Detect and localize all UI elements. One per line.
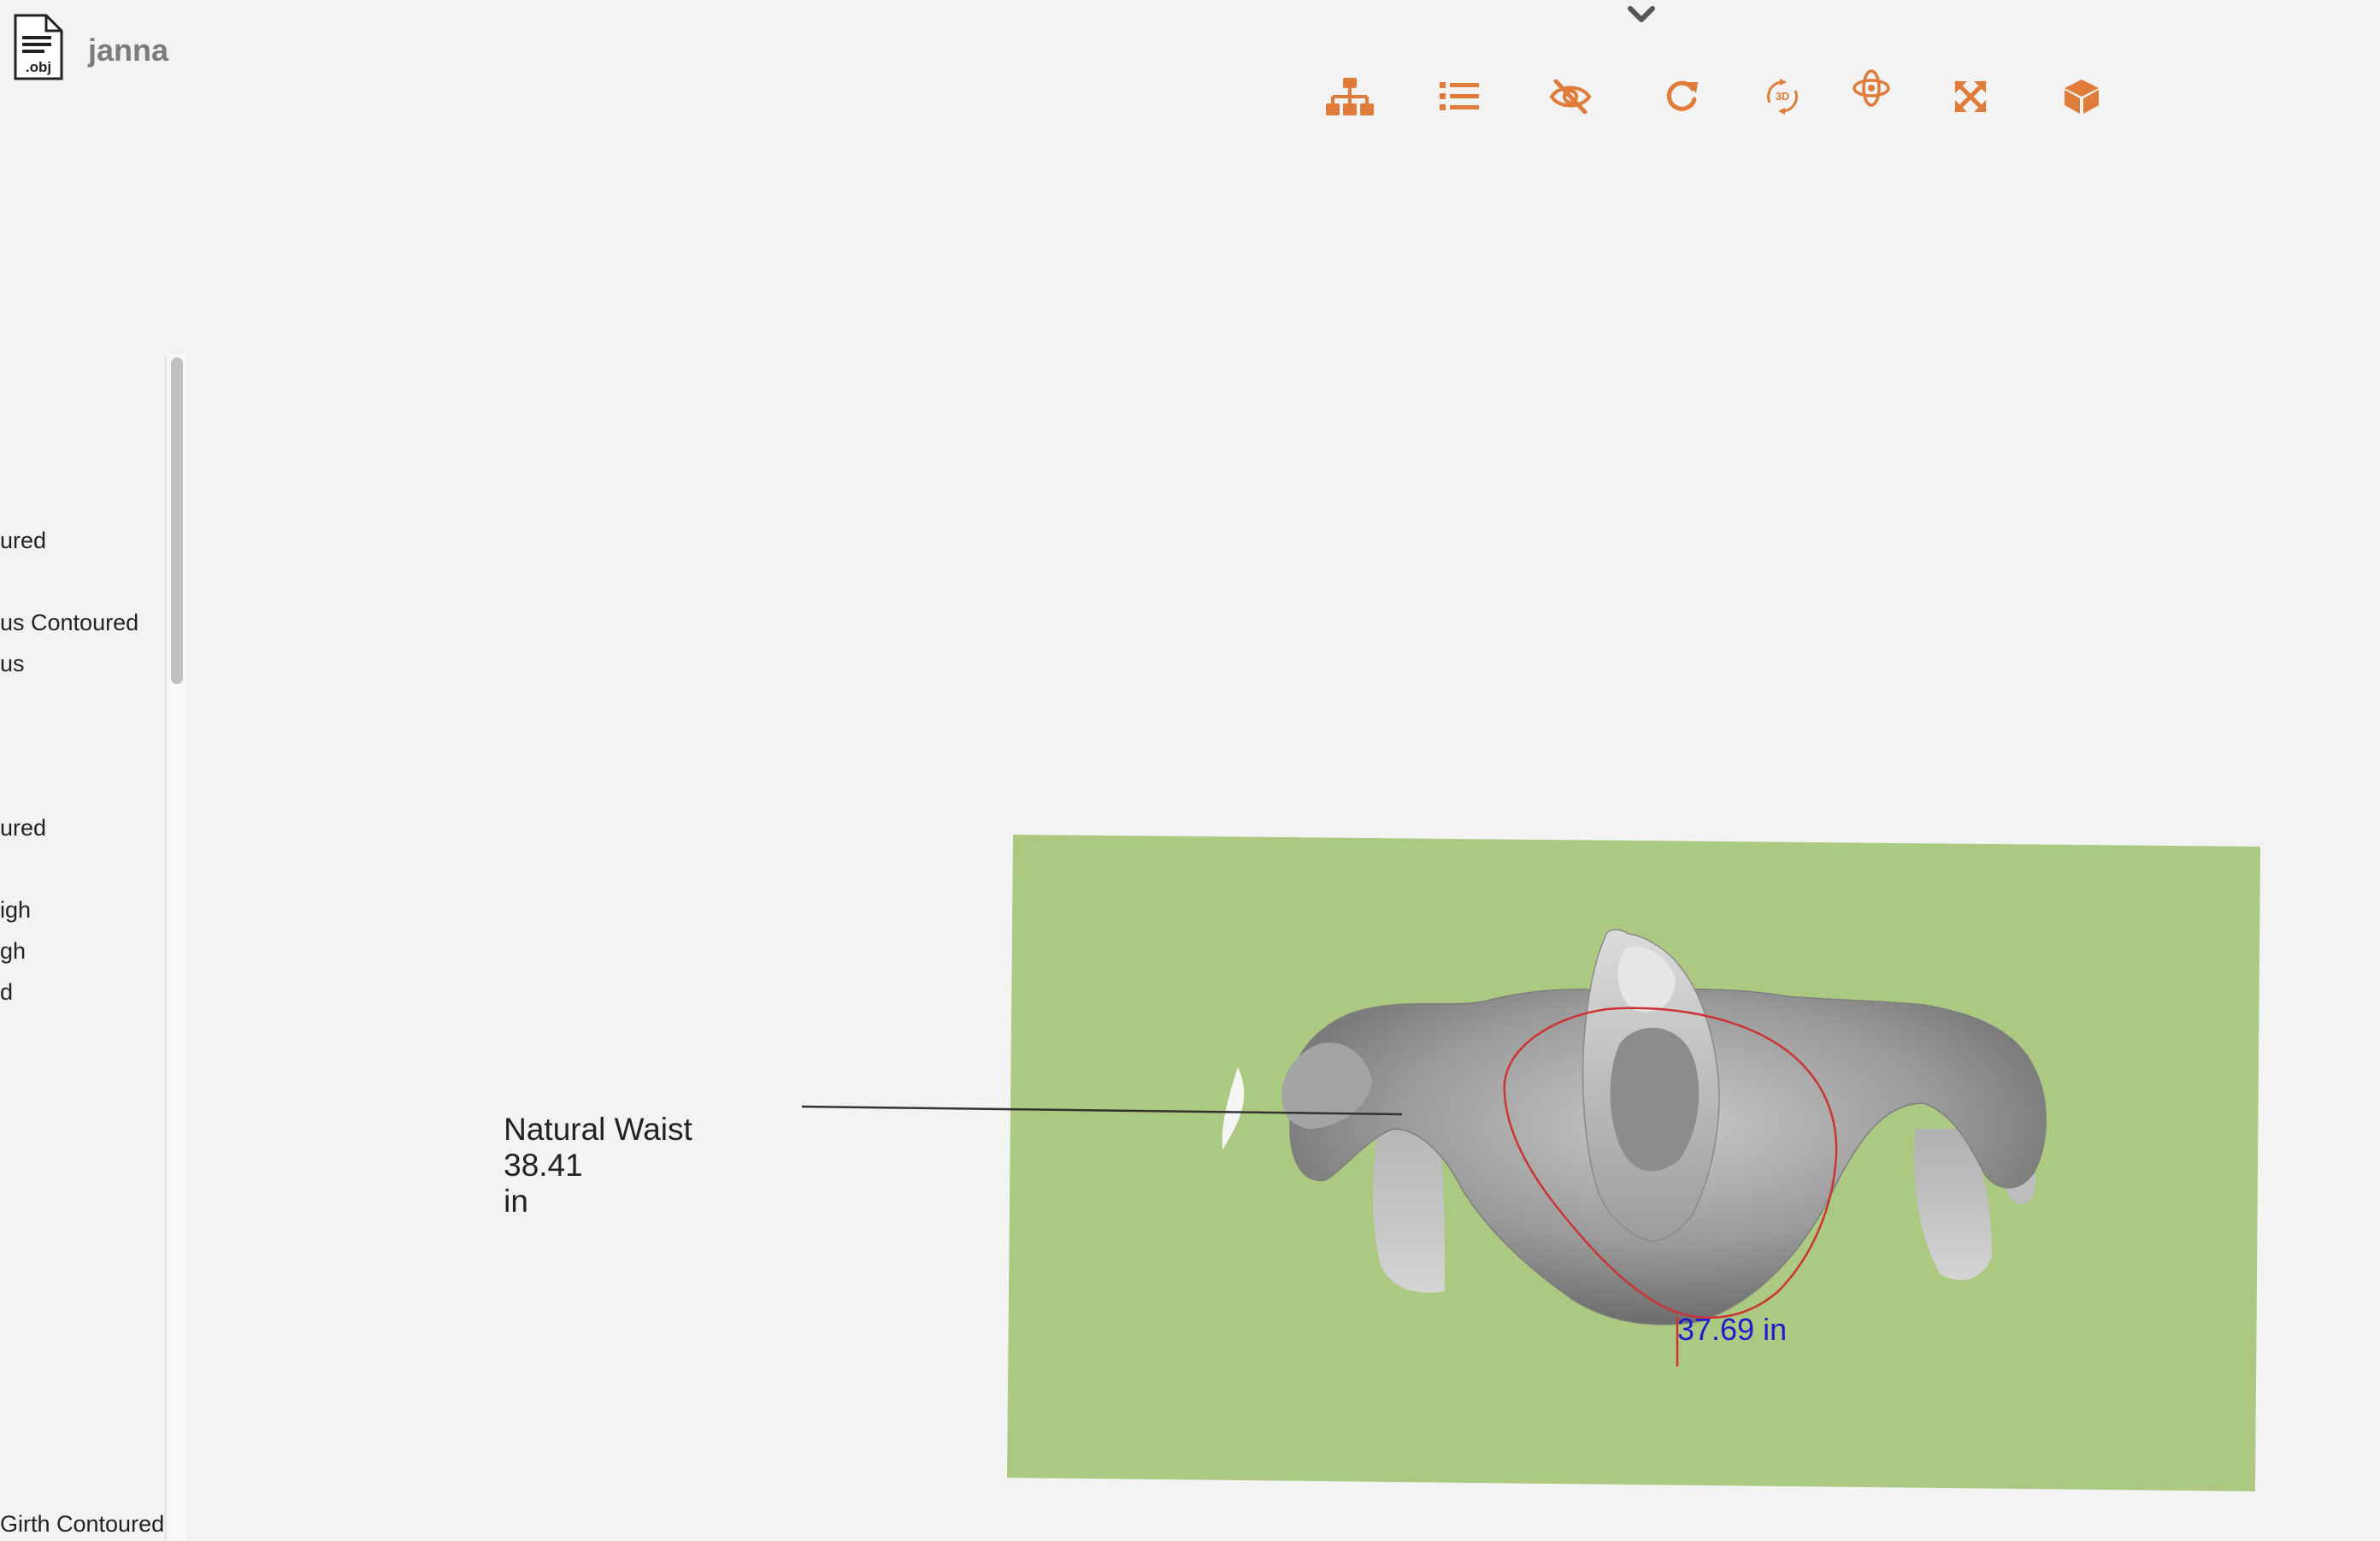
side-panel-scroll-thumb[interactable] xyxy=(171,357,183,684)
viewport-canvas[interactable] xyxy=(0,0,2380,1541)
list-item[interactable]: us xyxy=(0,650,25,677)
measurement-label: Natural Waist 38.41 in xyxy=(468,1076,692,1255)
orbit-button[interactable] xyxy=(1845,62,1898,115)
rotate-3d-button[interactable]: 3D xyxy=(1756,70,1809,123)
measurement-unit: in xyxy=(504,1184,528,1219)
app-root: Natural Waist 38.41 in 37.69 in .obj jan… xyxy=(0,0,2380,1541)
fullscreen-button[interactable] xyxy=(1944,70,1997,123)
list-item[interactable]: gh xyxy=(0,937,26,965)
contour-value-label: 37.69 in xyxy=(1677,1312,1788,1347)
list-item[interactable]: us Contoured xyxy=(0,609,138,636)
list-item[interactable]: ured xyxy=(0,814,46,841)
hierarchy-button[interactable] xyxy=(1323,70,1376,123)
measurement-value: 38.41 xyxy=(504,1148,583,1183)
eye-slash-icon xyxy=(1549,80,1592,114)
file-badge: .obj xyxy=(26,59,51,75)
list-icon xyxy=(1440,82,1479,110)
reset-button[interactable] xyxy=(1655,70,1708,123)
list-item[interactable]: ured xyxy=(0,527,46,554)
obj-file-icon: .obj xyxy=(12,14,65,80)
measurement-list-panel: ured us Contoured us ured igh gh d Girth… xyxy=(0,354,166,1541)
file-title: janna xyxy=(88,32,169,68)
hide-button[interactable] xyxy=(1544,70,1597,123)
redo-icon xyxy=(1666,80,1698,111)
list-item[interactable]: igh xyxy=(0,896,31,924)
3d-viewport[interactable] xyxy=(0,0,2380,1541)
list-button[interactable] xyxy=(1433,70,1486,123)
list-item[interactable]: d xyxy=(0,978,13,1006)
model-button[interactable] xyxy=(2055,70,2108,123)
svg-text:3D: 3D xyxy=(1776,90,1790,103)
chevron-down-icon[interactable] xyxy=(1626,3,1657,26)
orbit-icon xyxy=(1853,69,1890,107)
rotate-3d-icon: 3D xyxy=(1767,79,1798,115)
measurement-name: Natural Waist xyxy=(504,1112,692,1147)
list-item[interactable]: Girth Contoured xyxy=(0,1510,164,1538)
cube-icon xyxy=(2065,80,2099,114)
expand-icon xyxy=(1954,80,1987,113)
sitemap-icon xyxy=(1326,78,1374,115)
